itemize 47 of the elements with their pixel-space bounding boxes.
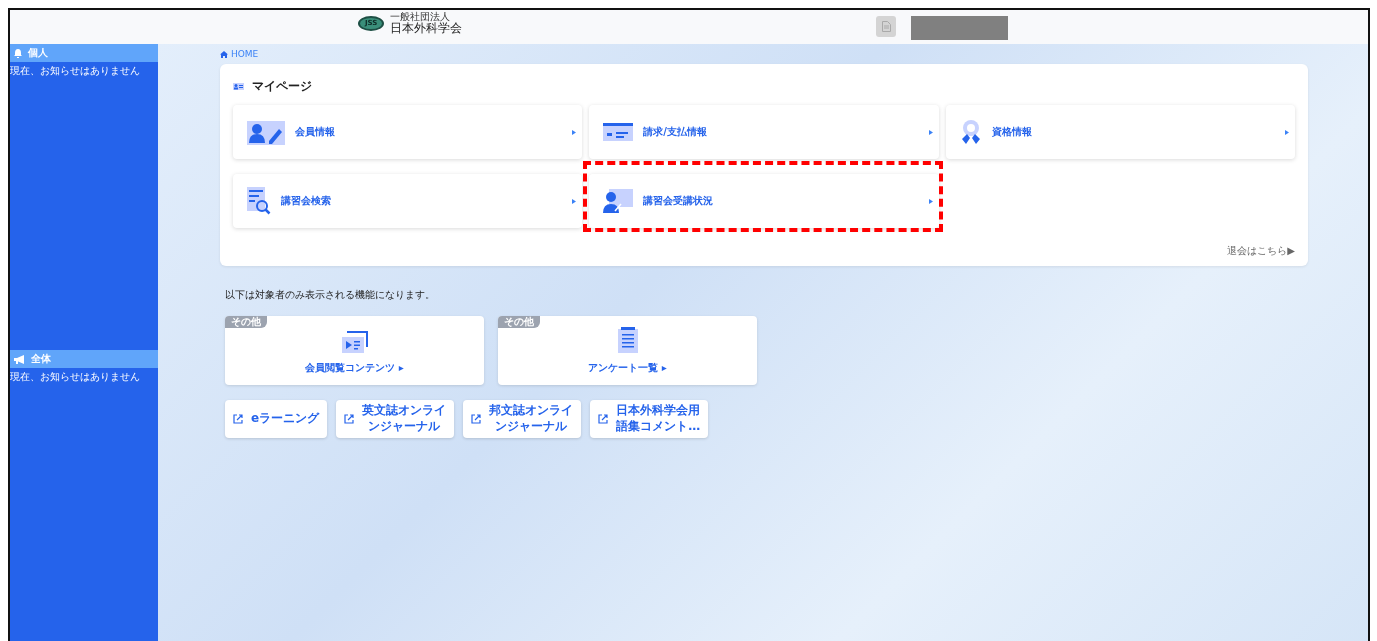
caret-icon xyxy=(928,129,933,135)
logo-title: 日本外科学会 xyxy=(390,22,463,34)
id-card-icon xyxy=(233,83,244,90)
menu-tile[interactable]: 会員情報 xyxy=(233,105,583,159)
video-list-icon xyxy=(341,331,368,353)
caret-icon xyxy=(1285,129,1289,135)
withdraw-link[interactable]: 退会はこちら▶ xyxy=(1227,244,1295,258)
external-link-icon xyxy=(233,414,243,424)
notice-message: 現在、お知らせはありません xyxy=(10,65,140,76)
feature-label: アンケート一覧 ▸ xyxy=(588,361,667,375)
list-search-icon xyxy=(247,187,271,215)
person-pencil-icon xyxy=(247,119,285,145)
category-tag: その他 xyxy=(225,316,267,328)
breadcrumb-link[interactable]: HOME xyxy=(231,49,259,59)
menu-tile[interactable]: 請求/支払情報 xyxy=(589,105,939,159)
external-link-button[interactable]: 英文誌オンライ ンジャーナル xyxy=(336,400,455,438)
document-icon xyxy=(881,21,891,32)
bell-icon xyxy=(14,48,22,58)
caret-icon xyxy=(928,198,933,204)
notice-message: 現在、お知らせはありません xyxy=(10,371,140,382)
section-title: 全体 xyxy=(31,352,51,366)
card-icon xyxy=(603,123,634,141)
document-list-icon xyxy=(617,327,638,353)
caret-icon xyxy=(572,129,577,135)
external-link-button[interactable]: 日本外科学会用 語集コメント… xyxy=(590,400,709,438)
caret-icon xyxy=(572,198,577,204)
external-link-button[interactable]: eラーニング xyxy=(225,400,328,438)
menu-tile[interactable]: 講習会受講状況 xyxy=(589,174,939,228)
menu-tile[interactable]: 講習会検索 xyxy=(233,174,583,228)
menu-tile[interactable]: 資格情報 xyxy=(945,105,1295,159)
logo-subtitle: 一般社団法人 xyxy=(390,12,451,22)
section-title: 個人 xyxy=(28,46,48,60)
home-icon xyxy=(220,50,228,58)
megaphone-icon xyxy=(14,354,25,364)
external-link-button[interactable]: 邦文誌オンライ ンジャーナル xyxy=(463,400,582,438)
external-link-icon xyxy=(471,414,482,424)
notice-text: 以下は対象者のみ表示される機能になります。 xyxy=(225,288,436,302)
external-link-icon xyxy=(598,414,609,424)
person-board-icon xyxy=(603,189,634,213)
feature-card[interactable]: その他 会員閲覧コンテンツ ▸ xyxy=(225,316,484,385)
category-tag: その他 xyxy=(498,316,540,328)
card-title: マイページ xyxy=(252,78,312,95)
feature-card[interactable]: その他 アンケート一覧 ▸ xyxy=(498,316,757,385)
feature-label: 会員閲覧コンテンツ ▸ xyxy=(305,361,404,375)
external-link-icon xyxy=(344,414,355,424)
document-button[interactable] xyxy=(876,16,896,37)
ribbon-icon xyxy=(959,119,982,145)
